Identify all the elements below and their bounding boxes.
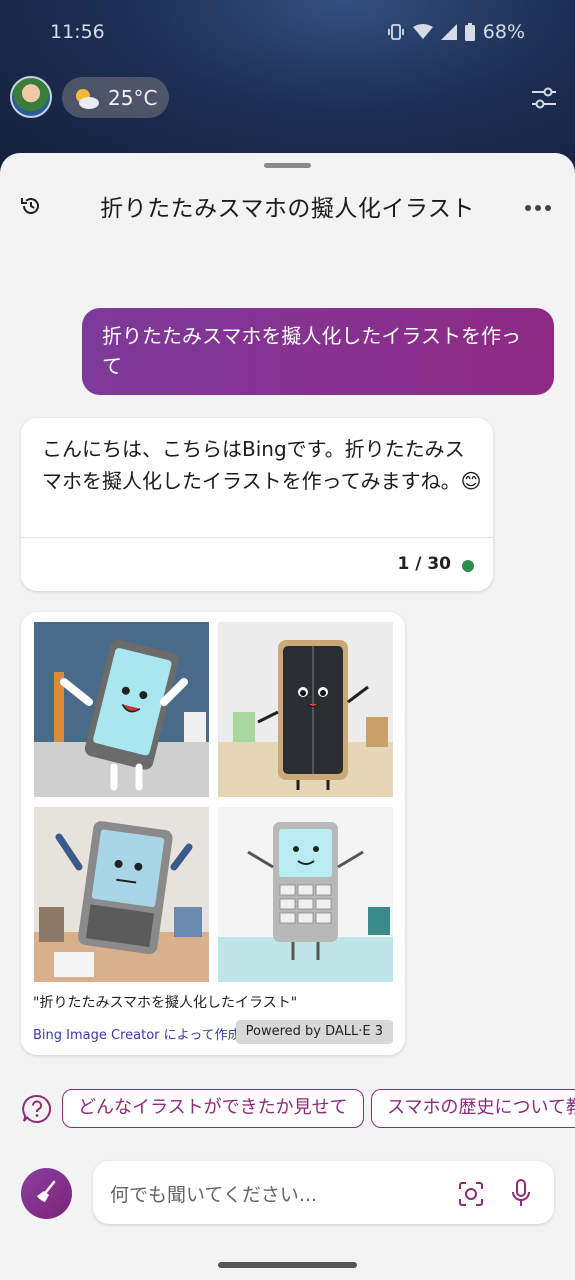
home-indicator[interactable]	[218, 1262, 357, 1268]
suggestion-chip-1[interactable]: どんなイラストができたか見せて	[62, 1089, 364, 1128]
microphone-icon[interactable]	[510, 1179, 532, 1211]
weather-temperature: 25°C	[108, 85, 158, 110]
vibrate-icon	[387, 23, 405, 41]
bot-message-text: こんにちは、こちらはBingです。折りたたみスマホを擬人化したイラストを作ってみ…	[42, 437, 482, 493]
help-question-icon[interactable]	[22, 1094, 52, 1128]
generated-image-3[interactable]	[34, 807, 209, 982]
settings-sliders-icon[interactable]	[531, 86, 557, 114]
page-title: 折りたたみスマホの擬人化イラスト	[100, 196, 475, 222]
powered-by-badge: Powered by DALL·E 3	[235, 1020, 393, 1044]
chat-sheet: 折りたたみスマホの擬人化イラスト 折りたたみスマホを擬人化したイラストを作って …	[0, 153, 575, 1280]
wifi-icon	[412, 24, 433, 40]
creator-link[interactable]: Bing Image Creator によって作成	[33, 1024, 241, 1043]
sheet-grabber[interactable]	[264, 163, 311, 168]
status-dot	[462, 560, 474, 572]
message-input[interactable]: 何でも聞いてください...	[93, 1161, 554, 1224]
battery-icon	[464, 23, 475, 41]
visual-search-icon[interactable]	[458, 1181, 484, 1211]
message-input-placeholder: 何でも聞いてください...	[110, 1184, 317, 1206]
divider	[21, 537, 493, 538]
weather-pill[interactable]: 25°C	[62, 77, 169, 118]
bot-message-card: こんにちは、こちらはBingです。折りたたみスマホを擬人化したイラストを作ってみ…	[21, 418, 493, 591]
partly-cloudy-icon	[72, 86, 100, 110]
suggestion-chip-2[interactable]: スマホの歴史について教	[371, 1089, 575, 1128]
generated-image-1[interactable]	[34, 622, 209, 797]
battery-percent: 68%	[482, 21, 525, 43]
user-message: 折りたたみスマホを擬人化したイラストを作って	[82, 308, 554, 395]
avatar[interactable]	[10, 76, 52, 118]
generated-image-2[interactable]	[218, 622, 393, 797]
status-bar: 11:56 68%	[0, 18, 575, 48]
more-options-icon[interactable]	[525, 205, 551, 211]
status-time: 11:56	[50, 21, 105, 43]
generated-image-4[interactable]	[218, 807, 393, 982]
image-caption: "折りたたみスマホを擬人化したイラスト"	[33, 995, 298, 1011]
new-topic-button[interactable]	[21, 1168, 72, 1219]
turn-counter: 1 / 30	[397, 554, 451, 574]
generated-images-card: "折りたたみスマホを擬人化したイラスト" Bing Image Creator …	[21, 612, 405, 1055]
status-icons: 68%	[387, 21, 525, 43]
broom-icon	[34, 1179, 60, 1209]
signal-icon	[440, 24, 457, 40]
